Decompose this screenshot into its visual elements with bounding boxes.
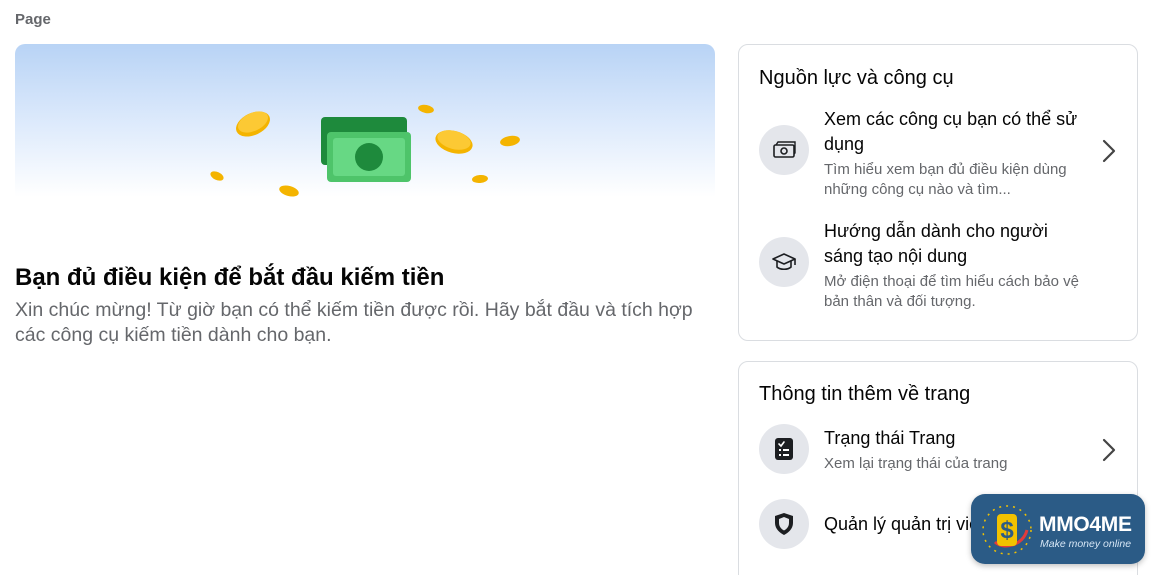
mmo4me-watermark: $ MMO4ME Make money online [971,494,1145,564]
clipboard-checklist-icon [759,424,809,474]
watermark-name: MMO4ME [1039,513,1132,536]
page-info-item-status-title: Trạng thái Trang [824,428,956,448]
hero-body: Xin chúc mừng! Từ giờ bạn có thể kiếm ti… [15,299,693,346]
dollar-logo-icon: $ [982,505,1032,555]
resources-card-title: Nguồn lực và công cụ [759,67,954,89]
graduation-cap-icon [759,237,809,287]
page-info-card-title: Thông tin thêm về trang [759,383,971,405]
resources-card: Nguồn lực và công cụ Xem các công cụ bạn… [738,44,1138,341]
chevron-right-icon [1099,436,1119,464]
resource-item-tools[interactable]: Xem các công cụ bạn có thể sử dụng Tìm h… [759,107,1119,199]
page-info-item-status-subtitle: Xem lại trạng thái của trang [824,455,1008,472]
shield-icon [759,499,809,549]
money-coins-illustration-icon [210,104,520,197]
money-bill-icon [759,125,809,175]
resource-item-tools-subtitle: Tìm hiểu xem bạn đủ điều kiện dùng những… [824,161,1067,198]
page-info-item-status[interactable]: Trạng thái Trang Xem lại trạng thái của … [759,422,1119,478]
watermark-tagline: Make money online [1040,538,1132,550]
resource-item-creator-guide-title: Hướng dẫn dành cho người sáng tạo nội du… [824,221,1048,266]
svg-text:$: $ [1000,517,1014,544]
chevron-right-icon [1099,137,1119,165]
hero-banner [15,44,715,214]
resource-item-creator-guide-subtitle: Mở điện thoại để tìm hiểu cách bảo vệ bả… [824,273,1079,310]
resource-item-tools-title: Xem các công cụ bạn có thể sử dụng [824,109,1078,154]
page-label: Page [15,11,51,28]
hero-title: Bạn đủ điều kiện để bắt đầu kiếm tiền [15,264,445,291]
resource-item-creator-guide[interactable]: Hướng dẫn dành cho người sáng tạo nội du… [759,219,1119,311]
